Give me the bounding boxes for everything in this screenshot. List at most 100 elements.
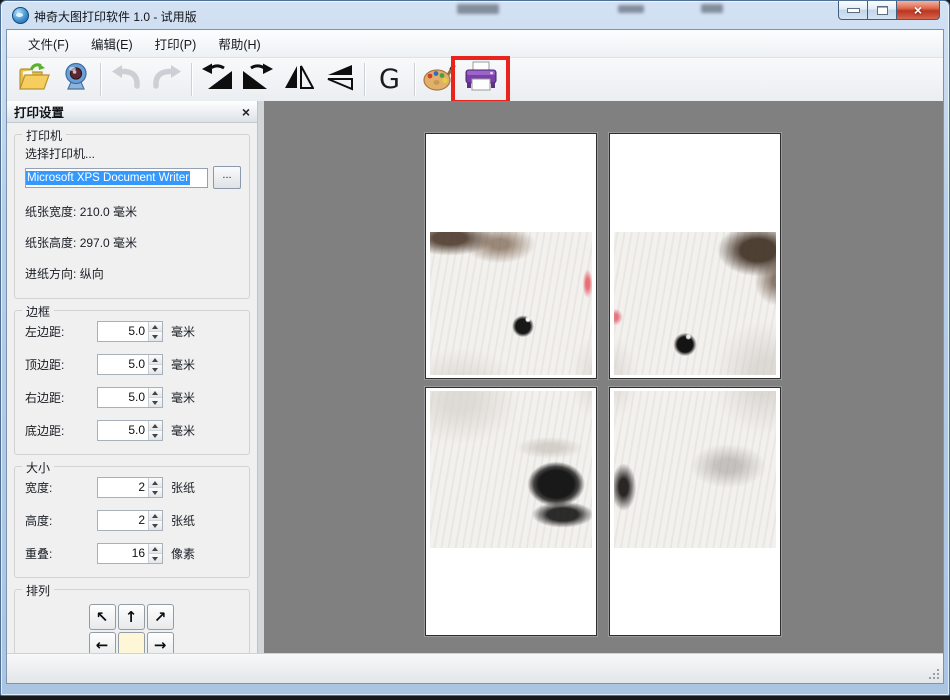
printer-name-value: Microsoft XPS Document Writer [26,171,190,185]
titlebar[interactable]: 神奇大图打印软件 1.0 - 试用版 × [1,1,949,29]
overlap-spinner[interactable]: 16 [97,543,163,564]
minimize-icon [847,8,860,13]
paper-width-value: 210.0 毫米 [80,205,137,219]
menu-edit[interactable]: 编辑(E) [80,30,144,57]
spin-up-button[interactable] [149,511,162,521]
menu-print[interactable]: 打印(P) [144,30,208,57]
printer-group-title: 打印机 [22,127,66,144]
flip-vertical-button[interactable] [319,61,360,99]
paper-height-label: 纸张高度: [25,236,76,250]
arrange-up-left-button[interactable]: ↖ [89,604,116,630]
titlebar-artifact [701,4,723,13]
width-spinner[interactable]: 2 [97,477,163,498]
print-page-bottom-right [609,387,781,636]
menu-bar: 文件(F) 编辑(E) 打印(P) 帮助(H) [7,30,943,58]
print-settings-panel: 打印设置 × 打印机 选择打印机... Microsoft XPS Docume… [7,101,257,654]
feed-direction-value: 纵向 [80,267,104,281]
flip-horizontal-button[interactable] [278,61,319,99]
print-button[interactable] [460,61,501,99]
arrange-group-title: 排列 [22,582,54,599]
print-page-top-left [425,133,597,379]
redo-button[interactable] [146,61,187,99]
arrange-up-right-button[interactable]: ↗ [147,604,174,630]
menu-file[interactable]: 文件(F) [17,30,80,57]
arrange-left-button[interactable]: ← [89,632,116,654]
rotate-left-button[interactable] [196,61,237,99]
spin-up-button[interactable] [149,421,162,431]
undo-icon [110,63,142,96]
arrange-group: 排列 ↖ ↑ ↗ ← → ↙ ↓ ↘ [14,589,250,654]
titlebar-artifact [457,4,499,14]
left-margin-spinner[interactable]: 5.0 [97,321,163,342]
menu-help[interactable]: 帮助(H) [207,30,271,57]
right-margin-unit: 毫米 [171,389,195,406]
paper-height-value: 297.0 毫米 [80,236,137,250]
spin-up-button[interactable] [149,478,162,488]
arrange-right-button[interactable]: → [147,632,174,654]
printer-name-field[interactable]: Microsoft XPS Document Writer [25,168,208,188]
preview-image-bottom-right [614,391,776,548]
minimize-button[interactable] [838,1,868,20]
preview-canvas[interactable] [264,101,943,654]
spin-down-button[interactable] [149,365,162,374]
size-group-title: 大小 [22,459,54,476]
panel-header: 打印设置 × [7,101,257,123]
spin-up-button[interactable] [149,544,162,554]
arrange-up-button[interactable]: ↑ [118,604,145,630]
toolbar-separator [414,63,415,96]
bottom-margin-spinner[interactable]: 5.0 [97,420,163,441]
bottom-margin-unit: 毫米 [171,422,195,439]
main-area: 打印设置 × 打印机 选择打印机... Microsoft XPS Docume… [7,101,943,654]
print-highlight-box [451,56,510,104]
spin-up-button[interactable] [149,388,162,398]
arrange-grid: ↖ ↑ ↗ ← → ↙ ↓ ↘ [89,604,176,654]
panel-title: 打印设置 [14,102,242,121]
overlap-label: 重叠: [25,545,97,562]
toolbar-separator [191,63,192,96]
maximize-button[interactable] [867,1,897,20]
grayscale-button[interactable]: G [369,61,410,99]
left-margin-label: 左边距: [25,323,97,340]
spin-down-button[interactable] [149,521,162,530]
arrange-center-button[interactable] [118,632,145,654]
flip-horizontal-icon [284,63,314,96]
select-printer-label: 选择打印机... [25,145,241,162]
spin-down-button[interactable] [149,398,162,407]
toolbar-separator [364,63,365,96]
spin-up-button[interactable] [149,322,162,332]
panel-close-icon[interactable]: × [242,105,250,119]
maximize-icon [877,6,888,15]
app-icon [12,7,29,24]
panel-splitter[interactable] [257,101,264,654]
toolbar-separator [100,63,101,96]
left-margin-unit: 毫米 [171,323,195,340]
titlebar-artifact [618,5,644,13]
right-margin-label: 右边距: [25,389,97,406]
camera-button[interactable] [55,61,96,99]
rotate-right-button[interactable] [237,61,278,99]
spin-down-button[interactable] [149,431,162,440]
spin-down-button[interactable] [149,488,162,497]
undo-button[interactable] [105,61,146,99]
close-icon: × [914,3,922,17]
spin-up-button[interactable] [149,355,162,365]
rotate-left-icon [201,62,233,97]
top-margin-label: 顶边距: [25,356,97,373]
folder-open-icon [18,62,52,97]
browse-printer-button[interactable]: ... [213,166,241,189]
open-button[interactable] [14,61,55,99]
height-spinner[interactable]: 2 [97,510,163,531]
top-margin-unit: 毫米 [171,356,195,373]
spin-down-button[interactable] [149,332,162,341]
margins-group: 边框 左边距: 5.0 毫米 顶边距: 5.0 [14,310,250,455]
height-label: 高度: [25,512,97,529]
spin-down-button[interactable] [149,554,162,563]
right-margin-spinner[interactable]: 5.0 [97,387,163,408]
top-margin-spinner[interactable]: 5.0 [97,354,163,375]
window-title: 神奇大图打印软件 1.0 - 试用版 [34,8,197,25]
status-bar [7,653,943,683]
close-button[interactable]: × [896,1,940,20]
resize-grip[interactable] [927,667,939,679]
app-window: 神奇大图打印软件 1.0 - 试用版 × 文件(F) 编辑(E) 打印(P) 帮… [0,0,950,696]
webcam-icon [62,62,90,97]
